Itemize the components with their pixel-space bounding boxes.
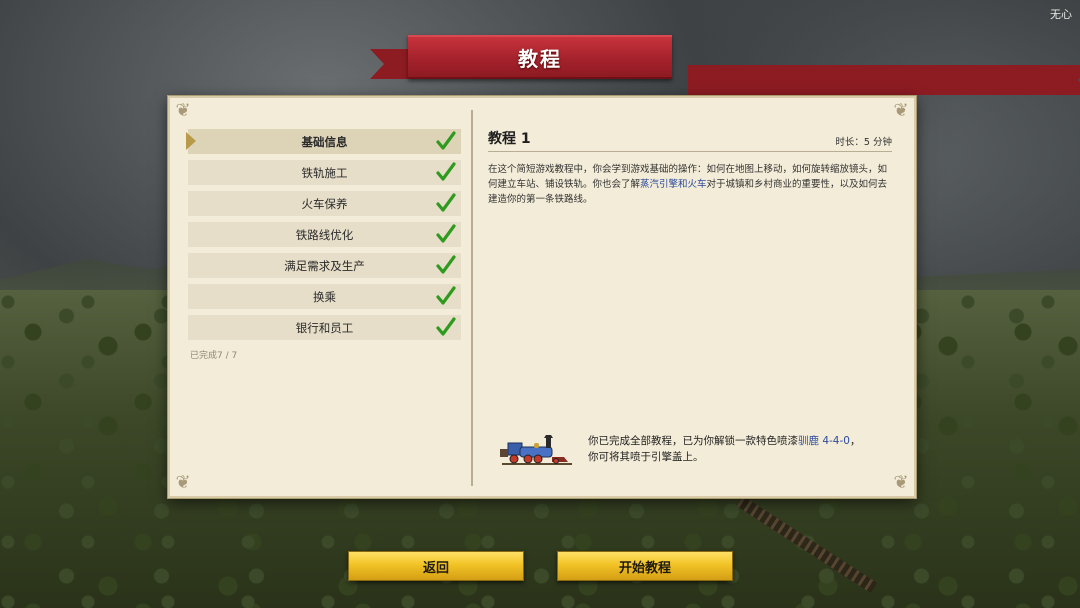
checkmark-icon bbox=[436, 131, 456, 150]
reward-text-suffix: ， bbox=[849, 435, 861, 447]
tutorial-item-label: 银行和员工 bbox=[295, 320, 354, 335]
reward-line-1: 你已完成全部教程，已为你解锁一款特色喷漆驯鹿 4-4-0， bbox=[588, 433, 860, 449]
detail-duration: 时长：5 分钟 bbox=[835, 137, 892, 148]
panel-divider bbox=[471, 110, 473, 486]
tutorial-item-label: 铁轨施工 bbox=[301, 165, 348, 180]
tutorial-list: 基础信息 铁轨施工 火车保养 铁路线优化 满足需求及生产 换乘 银行和员工 bbox=[186, 129, 461, 346]
completion-counter: 已完成7 / 7 bbox=[190, 351, 238, 361]
ornament-corner-icon: ❦ bbox=[893, 472, 909, 493]
tutorial-item-transfer[interactable]: 换乘 bbox=[188, 284, 461, 309]
tutorial-item-basics[interactable]: 基础信息 bbox=[186, 129, 461, 154]
selected-arrow-icon bbox=[186, 132, 196, 150]
ornament-corner-icon: ❦ bbox=[893, 100, 909, 121]
detail-title: 教程 1 bbox=[488, 131, 531, 147]
checkmark-icon bbox=[436, 317, 456, 336]
tutorial-item-bank-staff[interactable]: 银行和员工 bbox=[188, 315, 461, 340]
steam-engine-link[interactable]: 蒸汽引擎和火车 bbox=[640, 179, 707, 190]
tutorial-item-label: 满足需求及生产 bbox=[284, 258, 365, 273]
tutorial-item-label: 换乘 bbox=[313, 289, 336, 304]
ornament-corner-icon: ❦ bbox=[175, 472, 191, 493]
checkmark-icon bbox=[436, 162, 456, 181]
title-ribbon: 教程 bbox=[370, 35, 710, 85]
tutorial-item-train-maintenance[interactable]: 火车保养 bbox=[188, 191, 461, 216]
ribbon-tail-right bbox=[688, 65, 1080, 95]
tutorial-item-track-construction[interactable]: 铁轨施工 bbox=[188, 160, 461, 185]
checkmark-icon bbox=[436, 224, 456, 243]
tutorial-item-line-optimization[interactable]: 铁路线优化 bbox=[188, 222, 461, 247]
checkmark-icon bbox=[436, 193, 456, 212]
checkmark-icon bbox=[436, 255, 456, 274]
start-tutorial-button[interactable]: 开始教程 bbox=[557, 551, 733, 581]
tutorial-detail: 教程 1 时长：5 分钟 在这个简短游戏教程中，你会学到游戏基础的操作：如何在地… bbox=[488, 128, 892, 207]
watermark-text: 无心 bbox=[1050, 8, 1072, 21]
checkmark-icon bbox=[436, 286, 456, 305]
ornament-corner-icon: ❦ bbox=[175, 100, 191, 121]
reward-text-prefix: 你已完成全部教程，已为你解锁一款特色喷漆 bbox=[588, 435, 798, 447]
tutorial-item-label: 基础信息 bbox=[301, 134, 348, 149]
back-button[interactable]: 返回 bbox=[348, 551, 524, 581]
reward-line-2: 你可将其喷于引擎盖上。 bbox=[588, 451, 704, 463]
tutorial-item-label: 铁路线优化 bbox=[295, 227, 354, 242]
locomotive-icon bbox=[500, 435, 572, 465]
detail-header: 教程 1 时长：5 分钟 bbox=[488, 128, 892, 152]
detail-description: 在这个简短游戏教程中，你会学到游戏基础的操作：如何在地图上移动，如何旋转缩放镜头… bbox=[488, 162, 892, 207]
reward-section: 你已完成全部教程，已为你解锁一款特色喷漆驯鹿 4-4-0， 你可将其喷于引擎盖上… bbox=[500, 433, 880, 473]
tutorial-item-label: 火车保养 bbox=[301, 196, 348, 211]
tutorial-panel: ❦ ❦ ❦ ❦ 基础信息 铁轨施工 火车保养 铁路线优化 满足需求及生产 换乘 bbox=[168, 96, 916, 498]
reward-livery-link[interactable]: 驯鹿 4-4-0 bbox=[798, 435, 850, 447]
tutorial-item-demand-production[interactable]: 满足需求及生产 bbox=[188, 253, 461, 278]
reward-text: 你已完成全部教程，已为你解锁一款特色喷漆驯鹿 4-4-0， 你可将其喷于引擎盖上… bbox=[588, 433, 860, 465]
page-title: 教程 bbox=[518, 46, 562, 71]
ribbon-banner: 教程 bbox=[408, 35, 672, 79]
